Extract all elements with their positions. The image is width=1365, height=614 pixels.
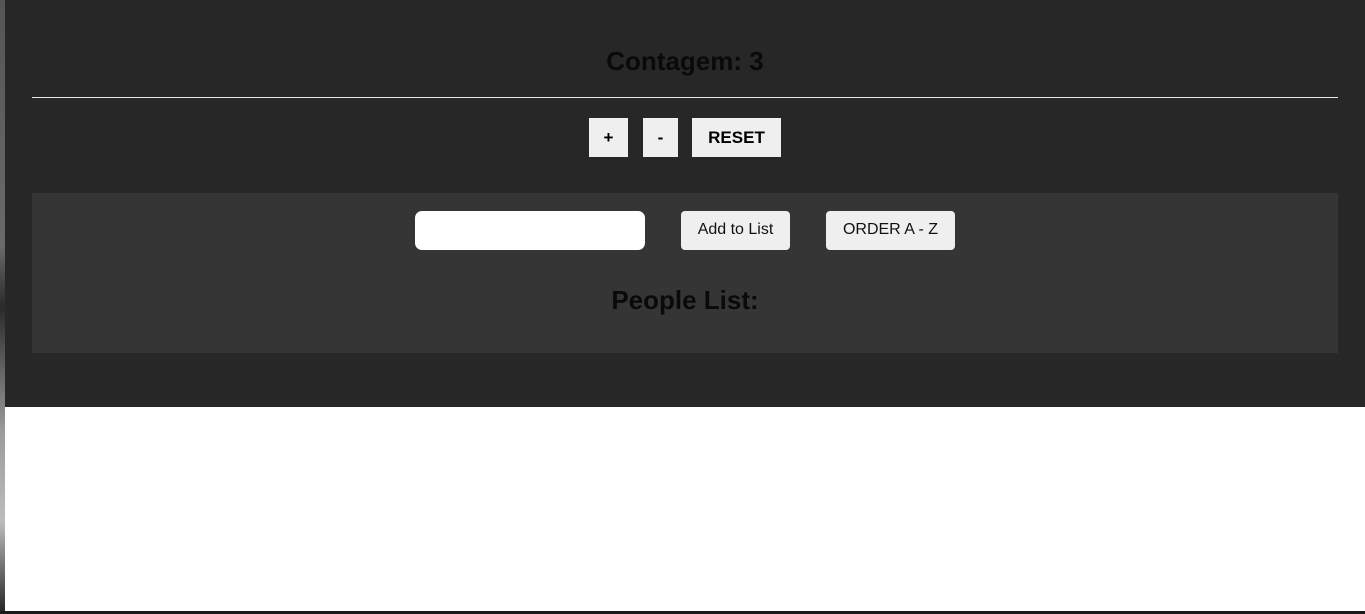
reset-button[interactable]: RESET bbox=[692, 118, 781, 157]
counter-controls: + - RESET bbox=[5, 118, 1365, 157]
decrement-button[interactable]: - bbox=[643, 118, 678, 157]
divider bbox=[32, 97, 1338, 98]
app-container: Contagem: 3 + - RESET Add to List ORDER … bbox=[5, 0, 1365, 407]
increment-button[interactable]: + bbox=[589, 118, 628, 157]
person-name-input[interactable] bbox=[415, 211, 645, 250]
counter-heading: Contagem: 3 bbox=[606, 46, 764, 76]
people-list-panel: Add to List ORDER A - Z People List: bbox=[32, 193, 1338, 353]
order-a-z-button[interactable]: ORDER A - Z bbox=[826, 211, 955, 250]
add-to-list-button[interactable]: Add to List bbox=[681, 211, 790, 250]
people-list-heading: People List: bbox=[611, 285, 759, 315]
